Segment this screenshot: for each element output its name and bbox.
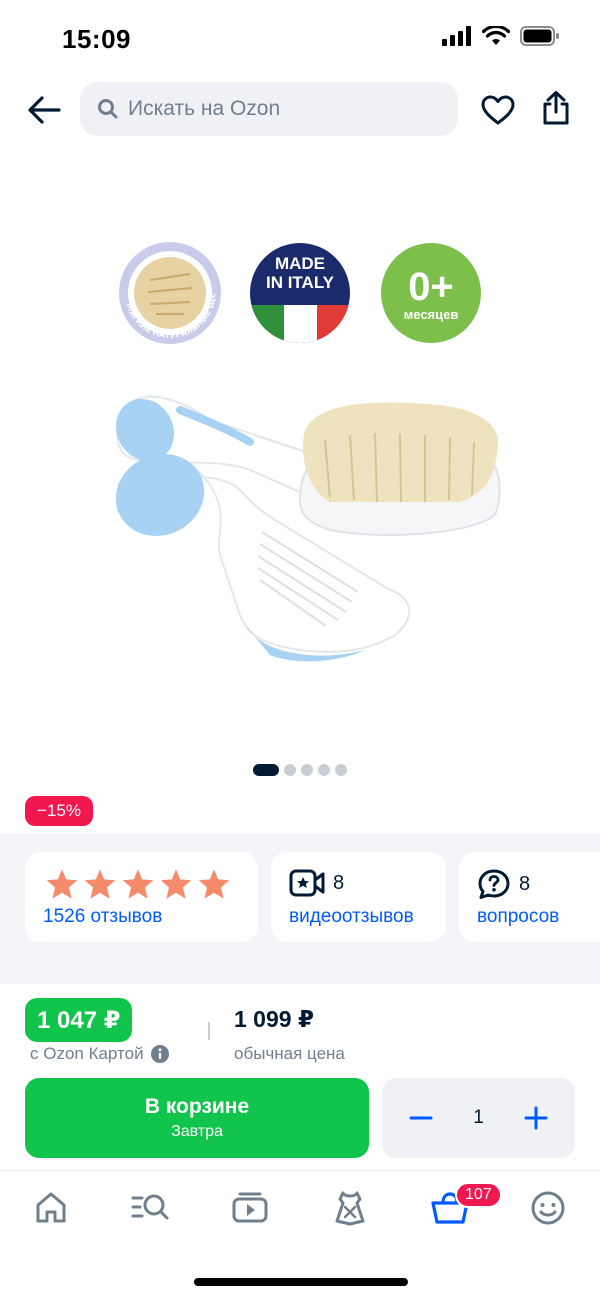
made-in-line2: IN ITALY bbox=[266, 273, 335, 292]
back-button[interactable] bbox=[22, 88, 66, 132]
video-reviews-link[interactable]: видеоотзывов bbox=[289, 906, 414, 928]
nav-divider bbox=[0, 1170, 600, 1171]
price-panel: 1 047 ₽ с Ozon Картой 1 099 ₽ обычная це… bbox=[0, 984, 600, 1174]
info-icon[interactable] bbox=[150, 1044, 170, 1064]
arrow-left-icon bbox=[28, 96, 61, 124]
product-illustration: МЯГКИЕ НАТУРАЛЬНЫЕ ЩЕТИНКИ MADE IN ITALY… bbox=[0, 223, 501, 662]
video-reviews-card[interactable]: 8 видеоотзывов bbox=[271, 852, 446, 942]
quantity-value: 1 bbox=[473, 1107, 484, 1128]
gallery-dot-active[interactable] bbox=[253, 764, 279, 776]
cart-count-badge: 107 bbox=[455, 1182, 502, 1208]
search-placeholder: Искать на Ozon bbox=[128, 97, 281, 120]
star-icon bbox=[46, 869, 78, 899]
price-divider bbox=[208, 1022, 210, 1040]
search-icon bbox=[98, 99, 118, 119]
question-bubble-icon bbox=[478, 869, 510, 899]
age-badge: 0+ месяцев bbox=[381, 243, 481, 343]
home-icon bbox=[36, 1192, 66, 1223]
bottom-nav: 107 bbox=[0, 1182, 600, 1242]
favorite-button[interactable] bbox=[476, 88, 520, 132]
gallery-dot[interactable] bbox=[301, 764, 313, 776]
regular-price-label: обычная цена bbox=[234, 1044, 345, 1063]
fresh-icon bbox=[335, 1191, 365, 1226]
age-unit: месяцев bbox=[404, 307, 459, 322]
minus-icon[interactable] bbox=[408, 1105, 434, 1131]
discount-badge: −15% bbox=[25, 796, 93, 826]
video-reviews-count: 8 bbox=[333, 871, 345, 894]
product-image[interactable]: МЯГКИЕ НАТУРАЛЬНЫЕ ЩЕТИНКИ MADE IN ITALY… bbox=[0, 223, 600, 710]
questions-count: 8 bbox=[519, 872, 531, 895]
gallery-dot[interactable] bbox=[318, 764, 330, 776]
status-bar: 15:09 bbox=[0, 0, 600, 80]
status-icons bbox=[442, 26, 560, 46]
battery-icon bbox=[520, 26, 559, 46]
search-header: Искать на Ozon bbox=[0, 80, 600, 140]
ozon-card-price: 1 047 ₽ bbox=[25, 998, 133, 1042]
nav-home[interactable] bbox=[31, 1188, 71, 1228]
made-in-italy-badge: MADE IN ITALY bbox=[250, 243, 350, 343]
video-star-icon bbox=[289, 869, 325, 897]
home-indicator[interactable] bbox=[194, 1278, 408, 1286]
signal-icon bbox=[442, 26, 471, 46]
gallery-pagination[interactable] bbox=[253, 764, 347, 776]
age-value: 0+ bbox=[408, 265, 454, 309]
star-icon bbox=[122, 869, 154, 899]
nav-fresh[interactable] bbox=[330, 1188, 370, 1228]
nav-profile[interactable] bbox=[528, 1188, 568, 1228]
share-icon bbox=[543, 91, 569, 125]
in-cart-title: В корзине bbox=[144, 1095, 250, 1118]
gallery-dot[interactable] bbox=[335, 764, 347, 776]
catalog-search-icon bbox=[131, 1194, 169, 1220]
profile-icon bbox=[531, 1191, 565, 1225]
ozon-card-label: с Ozon Картой bbox=[30, 1044, 144, 1063]
gallery-dot[interactable] bbox=[284, 764, 296, 776]
delivery-date: Завтра bbox=[171, 1123, 223, 1140]
quantity-stepper[interactable]: 1 bbox=[382, 1078, 575, 1158]
made-in-line1: MADE bbox=[275, 254, 325, 273]
share-button[interactable] bbox=[534, 86, 578, 130]
nav-video[interactable] bbox=[230, 1188, 270, 1228]
rating-card[interactable]: 1526 отзывов bbox=[25, 852, 258, 942]
star-icon bbox=[198, 869, 230, 899]
ozon-card-label-row: с Ozon Картой bbox=[30, 1044, 170, 1064]
status-time: 15:09 bbox=[62, 24, 131, 54]
nav-catalog[interactable] bbox=[130, 1188, 170, 1228]
rating-stars bbox=[45, 868, 231, 900]
search-input[interactable]: Искать на Ozon bbox=[80, 82, 458, 136]
heart-icon bbox=[481, 95, 515, 125]
natural-bristles-badge: МЯГКИЕ НАТУРАЛЬНЫЕ ЩЕТИНКИ bbox=[0, 223, 221, 344]
star-icon bbox=[84, 869, 116, 899]
plus-icon[interactable] bbox=[523, 1105, 549, 1131]
regular-price: 1 099 ₽ bbox=[234, 1006, 314, 1032]
video-icon bbox=[232, 1192, 268, 1223]
in-cart-button[interactable]: В корзине Завтра bbox=[25, 1078, 369, 1158]
questions-card[interactable]: 8 вопросов bbox=[459, 852, 600, 942]
reviews-count-link[interactable]: 1526 отзывов bbox=[43, 906, 162, 928]
questions-link[interactable]: вопросов bbox=[477, 906, 559, 928]
wifi-icon bbox=[482, 26, 510, 45]
star-icon bbox=[160, 869, 192, 899]
